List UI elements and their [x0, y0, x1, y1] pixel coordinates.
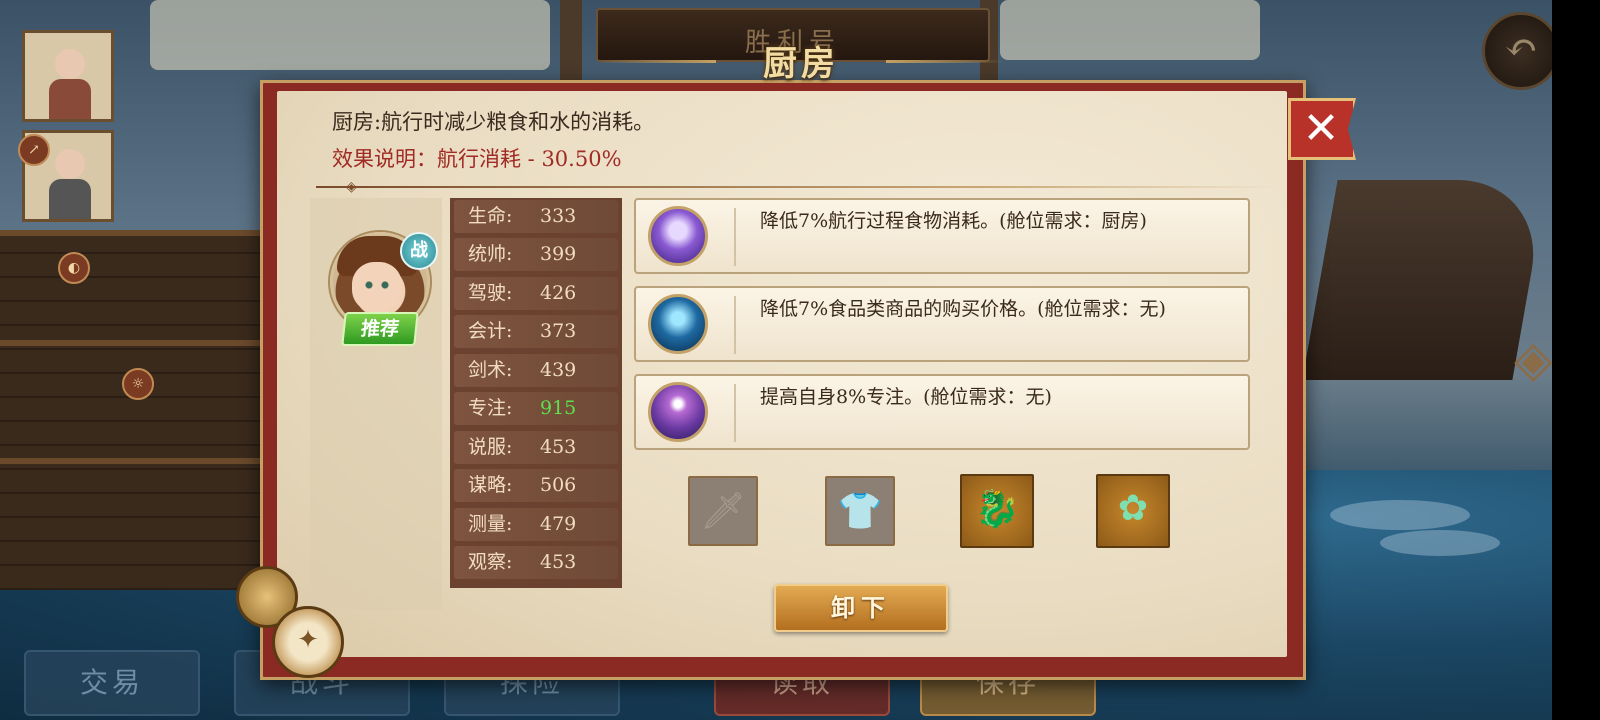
close-button[interactable]: ✕ — [1288, 98, 1356, 160]
accessory-slot[interactable]: 🐉 — [960, 474, 1034, 548]
skill-card[interactable]: 提高自身8%专注。(舱位需求：无) — [634, 374, 1250, 450]
title-ornament — [886, 60, 1006, 63]
stat-row: 谋略: 506 — [454, 469, 618, 502]
unload-button[interactable]: 卸下 — [774, 584, 948, 632]
divider-ornament-icon: ◈ — [346, 179, 357, 195]
stat-label: 会计: — [468, 320, 513, 342]
crew-portrait[interactable] — [22, 30, 114, 122]
ship-hull-cutaway — [0, 230, 280, 590]
divider — [316, 186, 1276, 188]
sail — [1000, 0, 1260, 60]
role-icon: ↗ — [18, 134, 50, 166]
officer-stats: 生命: 333 统帅: 399 驾驶: 426 会计: 373 剑术: 439 … — [450, 198, 622, 588]
silhouette-icon — [648, 294, 708, 354]
weapon-slot[interactable]: 🗡 — [688, 476, 758, 546]
stat-label: 统帅: — [468, 243, 513, 265]
stat-row: 专注: 915 — [454, 392, 618, 425]
sail — [150, 0, 550, 70]
stat-label: 说服: — [468, 436, 513, 458]
role-icon: ☼ — [122, 368, 154, 400]
skill-description: 降低7%航行过程食物消耗。(舱位需求：厨房) — [760, 210, 1147, 232]
stat-label: 谋略: — [468, 474, 513, 496]
stat-value: 506 — [540, 474, 577, 496]
stat-label: 生命: — [468, 205, 513, 227]
trade-button[interactable]: 交易 — [24, 650, 200, 716]
stat-row: 生命: 333 — [454, 200, 618, 233]
stat-label: 测量: — [468, 513, 513, 535]
dialog-title-text: 厨房 — [763, 44, 839, 84]
dialog-title: 厨房 — [716, 36, 886, 92]
stat-label: 专注: — [468, 397, 513, 419]
unload-button-label: 卸下 — [831, 593, 891, 622]
screen-edge — [1552, 0, 1600, 720]
treasure-slot[interactable]: ✿ — [1096, 474, 1170, 548]
stat-row: 会计: 373 — [454, 315, 618, 348]
stat-label: 观察: — [468, 551, 513, 573]
skill-description: 降低7%食品类商品的购买价格。(舱位需求：无) — [760, 298, 1166, 320]
stat-label: 驾驶: — [468, 282, 513, 304]
skill-card[interactable]: 降低7%食品类商品的购买价格。(舱位需求：无) — [634, 286, 1250, 362]
stat-value-highlighted: 915 — [540, 397, 577, 419]
skill-description: 提高自身8%专注。(舱位需求：无) — [760, 386, 1052, 408]
sword-icon: 🗡 — [700, 491, 746, 532]
flower-hairpin-icon: ✿ — [1117, 488, 1149, 529]
jade-beast-icon: 🐉 — [974, 489, 1020, 530]
stat-row: 剑术: 439 — [454, 354, 618, 387]
room-description: 厨房:航行时减少粮食和水的消耗。 — [332, 110, 655, 134]
stat-row: 统帅: 399 — [454, 238, 618, 271]
stat-value: 333 — [540, 205, 577, 227]
fist-glow-icon — [648, 206, 708, 266]
stat-value: 453 — [540, 436, 577, 458]
stat-value: 453 — [540, 551, 577, 573]
role-icon: ◐ — [58, 252, 90, 284]
back-button[interactable]: ↶ — [1482, 12, 1560, 90]
effect-summary: 效果说明：航行消耗 - 30.50% — [332, 147, 622, 171]
stat-row: 驾驶: 426 — [454, 277, 618, 310]
stat-label: 剑术: — [468, 359, 513, 381]
combat-class-badge: 战 — [400, 232, 438, 270]
stat-row: 观察: 453 — [454, 546, 618, 579]
stat-value: 399 — [540, 243, 577, 265]
back-arrow-icon: ↶ — [1504, 25, 1538, 71]
ship-bow — [1302, 180, 1548, 380]
stat-value: 373 — [540, 320, 577, 342]
stat-value: 426 — [540, 282, 577, 304]
stat-row: 测量: 479 — [454, 508, 618, 541]
stat-row: 说服: 453 — [454, 431, 618, 464]
officer-eyes — [361, 281, 393, 289]
armor-icon: 👕 — [837, 491, 883, 532]
recommend-badge: 推荐 — [341, 312, 419, 346]
compass-icon: ✦ — [236, 566, 346, 678]
third-eye-icon — [648, 382, 708, 442]
next-arrow-icon[interactable]: ◈ — [1514, 330, 1554, 400]
stat-value: 479 — [540, 513, 577, 535]
title-ornament — [596, 60, 716, 63]
armor-slot[interactable]: 👕 — [825, 476, 895, 546]
skill-card[interactable]: 降低7%航行过程食物消耗。(舱位需求：厨房) — [634, 198, 1250, 274]
close-icon: ✕ — [1302, 103, 1340, 154]
stat-value: 439 — [540, 359, 577, 381]
